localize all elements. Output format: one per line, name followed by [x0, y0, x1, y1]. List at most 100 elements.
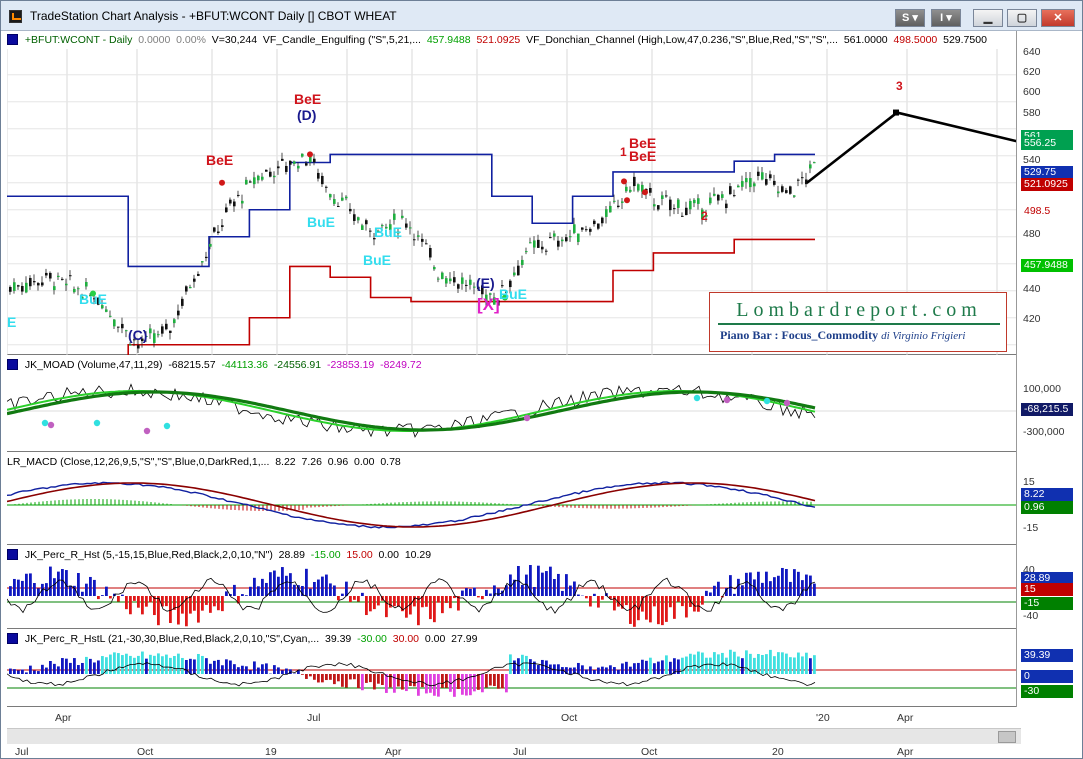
perc-r-long-bar [369, 674, 372, 683]
perc-r-long-bar [141, 651, 144, 674]
perc-r-long-tag-lower: -30 [1021, 685, 1073, 698]
perc-r-long-bar [637, 662, 640, 674]
symbol-link-i-button[interactable]: I ▾ [931, 9, 961, 27]
candle-body [21, 285, 24, 292]
candle-body [673, 208, 676, 210]
perc-r-long-bar [577, 662, 580, 674]
candle-body [529, 242, 532, 244]
bullish-engulfing-label: BuE [374, 224, 402, 240]
chart-panels[interactable]: +BFUT:WCONT - Daily 0.0000 0.00% V=30,24… [7, 31, 1021, 707]
macd-panel[interactable]: LR_MACD (Close,12,26,9,5,"S","S",Blue,0,… [7, 453, 1021, 545]
date-label: 20 [772, 746, 784, 758]
close-button[interactable]: ✕ [1041, 9, 1075, 27]
perc-r-long-bar [633, 663, 636, 674]
candle-body [765, 179, 768, 185]
perc-r-bar [645, 596, 648, 620]
macd-chart[interactable] [7, 453, 1021, 545]
price-panel[interactable]: +BFUT:WCONT - Daily 0.0000 0.00% V=30,24… [7, 31, 1021, 355]
candle-body [653, 204, 656, 207]
perc-r-bar [541, 572, 544, 596]
perc-r-bar [117, 596, 120, 602]
perc-r-long-bar [169, 657, 172, 674]
perc-r-bar [593, 593, 596, 596]
candle-body [225, 207, 228, 213]
maximize-button[interactable]: ▢ [1007, 9, 1037, 27]
perc-r-long-panel[interactable]: JK_Perc_R_HstL (21,-30,30,Blue,Red,Black… [7, 630, 1021, 707]
candle-body [541, 246, 544, 250]
candle-body [361, 225, 364, 230]
perc-r-bar [561, 590, 564, 596]
candle-body [201, 261, 204, 263]
perc-r-long-bar [181, 657, 184, 674]
candle-body [649, 187, 652, 193]
candle-body [309, 156, 312, 163]
perc-r-long-chart[interactable] [7, 630, 1021, 707]
perc-r-long-bar [345, 674, 348, 688]
perc-r-long-bar [65, 658, 68, 674]
perc-r-long-bar [21, 669, 24, 674]
candle-body [533, 240, 536, 248]
perc-r-long-bar [621, 663, 624, 674]
wave-c-label: (C) [128, 327, 148, 343]
bullish-engulfing-label: BuE [363, 252, 391, 268]
candle-body [337, 206, 340, 208]
perc-r-long-bar [593, 669, 596, 674]
date-label: Jul [307, 712, 321, 724]
candle-body [441, 272, 444, 279]
perc-r-bar [553, 579, 556, 596]
candle-body [297, 165, 300, 169]
perc-r-bar [705, 590, 708, 596]
perc-r-bar [321, 576, 324, 596]
perc-r-bar [393, 596, 396, 607]
perc-r-bar [697, 596, 700, 612]
perc-r-bar [589, 596, 592, 607]
perc-r-long-bar [645, 660, 648, 674]
date-label: Jul [513, 746, 527, 758]
candle-body [365, 220, 368, 225]
moad-panel[interactable]: JK_MOAD (Volume,47,11,29) -68215.57 -441… [7, 356, 1021, 452]
candle-body [549, 237, 552, 239]
perc-r-bar [349, 596, 352, 603]
candle-body [261, 176, 264, 180]
perc-r-bar [461, 590, 464, 596]
candle-body [345, 196, 348, 199]
perc-r-chart[interactable] [7, 546, 1021, 629]
perc-r-long-bar [37, 671, 40, 674]
perc-r-long-bar [301, 674, 304, 675]
wave-d-label: (D) [297, 107, 317, 123]
date-label: Apr [897, 712, 914, 724]
moad-signal-dot [93, 419, 101, 427]
candle-body [657, 205, 660, 210]
minimize-button[interactable]: ▁ [973, 9, 1003, 27]
perc-r-long-bar [413, 674, 416, 687]
perc-r-bar [765, 571, 768, 596]
candle-body [557, 240, 560, 247]
candle-body [241, 200, 244, 204]
candle-body [249, 181, 252, 183]
perc-r-long-bar [45, 667, 48, 674]
perc-r-long-bar [173, 656, 176, 674]
perc-r-bar [777, 575, 780, 596]
perc-r-bar [369, 596, 372, 612]
perc-r-long-bar [461, 674, 464, 695]
price-axis[interactable]: 640 620 600 580 540 480 440 420 561 556.… [1016, 31, 1082, 707]
candle-body [561, 239, 564, 242]
candle-body [173, 319, 176, 324]
perc-r-panel[interactable]: JK_Perc_R_Hst (5,-15,15,Blue,Red,Black,2… [7, 546, 1021, 629]
perc-r-long-bar [333, 674, 336, 685]
candle-body [233, 201, 236, 207]
perc-r-long-bar [569, 667, 572, 674]
moad-signal-dot [763, 397, 771, 405]
perc-r-long-bar [477, 674, 480, 690]
horizontal-scrollbar[interactable] [7, 728, 1021, 744]
perc-r-bar [345, 581, 348, 596]
perc-r-long-bar [765, 654, 768, 674]
moad-chart[interactable] [7, 356, 1021, 452]
candle-body [29, 277, 32, 287]
perc-r-long-bar [417, 674, 420, 696]
symbol-link-s-button[interactable]: S ▾ [895, 9, 925, 27]
scrollbar-thumb[interactable] [998, 731, 1016, 743]
candle-body [809, 164, 812, 169]
perc-r-long-bar [705, 657, 708, 674]
perc-r-long-bar [701, 652, 704, 674]
